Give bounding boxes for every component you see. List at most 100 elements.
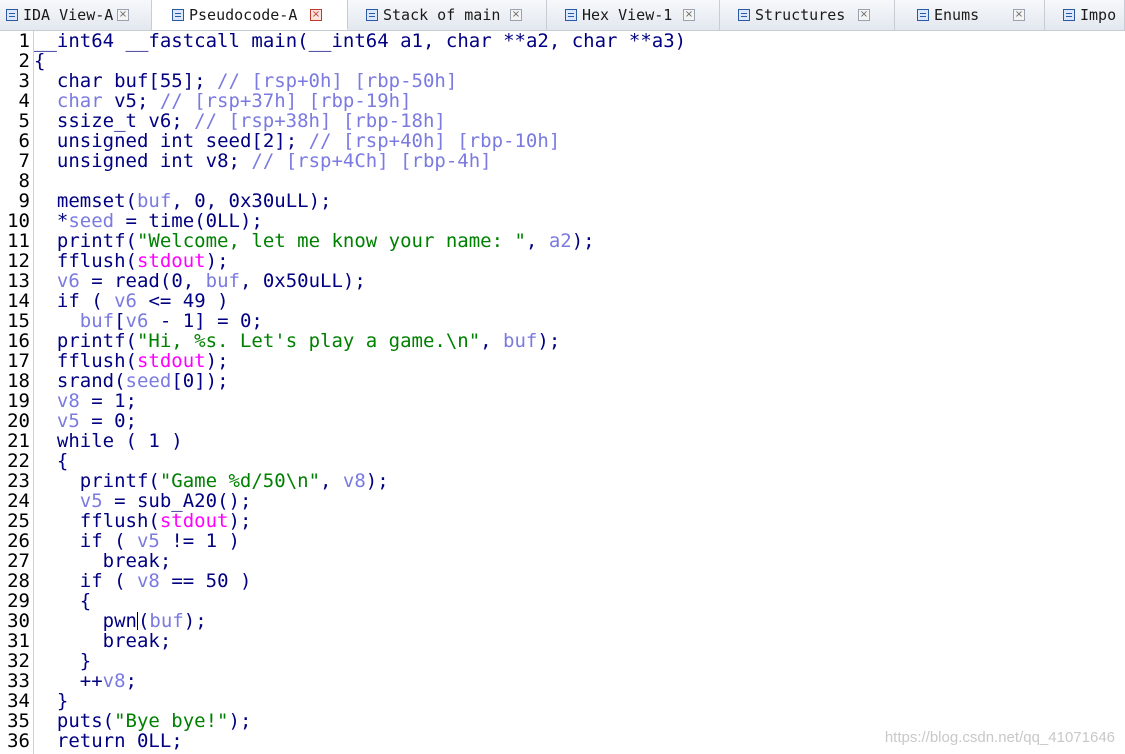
code-text[interactable]: puts("Bye bye!"); bbox=[34, 711, 252, 731]
code-line[interactable]: 13 v6 = read(0, buf, 0x50uLL); bbox=[0, 271, 1125, 291]
code-line[interactable]: 23 printf("Game %d/50\n", v8); bbox=[0, 471, 1125, 491]
code-line[interactable]: 20 v5 = 0; bbox=[0, 411, 1125, 431]
code-text[interactable]: } bbox=[34, 651, 91, 671]
line-number: 32 bbox=[7, 650, 30, 672]
code-line[interactable]: 35 puts("Bye bye!"); bbox=[0, 711, 1125, 731]
code-line[interactable]: 22 { bbox=[0, 451, 1125, 471]
code-line[interactable]: 8 bbox=[0, 171, 1125, 191]
code-line[interactable]: 33 ++v8; bbox=[0, 671, 1125, 691]
tab-pseudocode-a[interactable]: Pseudocode-A × bbox=[152, 0, 348, 30]
line-number: 5 bbox=[18, 110, 30, 132]
code-line[interactable]: 6 unsigned int seed[2]; // [rsp+40h] [rb… bbox=[0, 131, 1125, 151]
line-number: 36 bbox=[7, 730, 30, 752]
tab-ida-view-a[interactable]: IDA View-A × bbox=[0, 0, 152, 30]
code-text[interactable]: break; bbox=[34, 631, 172, 651]
code-text[interactable]: unsigned int v8; // [rsp+4Ch] [rbp-4h] bbox=[34, 151, 492, 171]
close-icon[interactable]: × bbox=[510, 9, 522, 21]
enums-icon bbox=[917, 9, 929, 21]
code-text[interactable]: printf("Welcome, let me know your name: … bbox=[34, 231, 595, 251]
line-number: 17 bbox=[7, 350, 30, 372]
code-text[interactable]: if ( v6 <= 49 ) bbox=[34, 291, 229, 311]
code-line[interactable]: 31 break; bbox=[0, 631, 1125, 651]
code-text[interactable]: return 0LL; bbox=[34, 731, 183, 751]
code-line[interactable]: 15 buf[v6 - 1] = 0; bbox=[0, 311, 1125, 331]
code-text[interactable]: unsigned int seed[2]; // [rsp+40h] [rbp-… bbox=[34, 131, 560, 151]
code-text[interactable]: fflush(stdout); bbox=[34, 511, 252, 531]
watermark: https://blog.csdn.net/qq_41071646 bbox=[884, 729, 1115, 746]
stack-icon bbox=[366, 9, 378, 21]
line-number: 6 bbox=[18, 130, 30, 152]
code-line[interactable]: 19 v8 = 1; bbox=[0, 391, 1125, 411]
line-number: 4 bbox=[18, 90, 30, 112]
close-icon[interactable]: × bbox=[117, 9, 129, 21]
code-line[interactable]: 17 fflush(stdout); bbox=[0, 351, 1125, 371]
close-icon[interactable]: × bbox=[1013, 9, 1025, 21]
code-text[interactable]: ssize_t v6; // [rsp+38h] [rbp-18h] bbox=[34, 111, 446, 131]
code-text[interactable]: v8 = 1; bbox=[34, 391, 137, 411]
code-line[interactable]: 10 *seed = time(0LL); bbox=[0, 211, 1125, 231]
code-text[interactable]: fflush(stdout); bbox=[34, 251, 229, 271]
code-text[interactable]: printf("Hi, %s. Let's play a game.\n", b… bbox=[34, 331, 560, 351]
code-line[interactable]: 28 if ( v8 == 50 ) bbox=[0, 571, 1125, 591]
code-text[interactable]: pwn(buf); bbox=[34, 611, 207, 631]
tab-hex-view-1[interactable]: Hex View-1 × bbox=[547, 0, 720, 30]
code-line[interactable]: 12 fflush(stdout); bbox=[0, 251, 1125, 271]
line-number: 20 bbox=[7, 410, 30, 432]
line-number: 15 bbox=[7, 310, 30, 332]
close-icon[interactable]: × bbox=[683, 9, 695, 21]
code-line[interactable]: 14 if ( v6 <= 49 ) bbox=[0, 291, 1125, 311]
code-line[interactable]: 24 v5 = sub_A20(); bbox=[0, 491, 1125, 511]
code-line[interactable]: 32 } bbox=[0, 651, 1125, 671]
code-line[interactable]: 11 printf("Welcome, let me know your nam… bbox=[0, 231, 1125, 251]
code-text[interactable]: { bbox=[34, 51, 45, 71]
code-line[interactable]: 1 __int64 __fastcall main(__int64 a1, cha… bbox=[0, 31, 1125, 51]
code-text[interactable]: buf[v6 - 1] = 0; bbox=[34, 311, 263, 331]
line-number: 26 bbox=[7, 530, 30, 552]
code-text[interactable]: ++v8; bbox=[34, 671, 137, 691]
code-text[interactable]: if ( v5 != 1 ) bbox=[34, 531, 240, 551]
tab-enums[interactable]: Enums × bbox=[895, 0, 1045, 30]
code-text[interactable]: while ( 1 ) bbox=[34, 431, 183, 451]
code-line[interactable]: 2{ bbox=[0, 51, 1125, 71]
code-line[interactable]: 3 char buf[55]; // [rsp+0h] [rbp-50h] bbox=[0, 71, 1125, 91]
code-line[interactable]: 9 memset(buf, 0, 0x30uLL); bbox=[0, 191, 1125, 211]
code-text[interactable]: } bbox=[34, 691, 68, 711]
code-line[interactable]: 29 { bbox=[0, 591, 1125, 611]
code-text[interactable]: { bbox=[34, 591, 91, 611]
code-text[interactable]: v6 = read(0, buf, 0x50uLL); bbox=[34, 271, 366, 291]
code-line[interactable]: 21 while ( 1 ) bbox=[0, 431, 1125, 451]
code-text[interactable]: char buf[55]; // [rsp+0h] [rbp-50h] bbox=[34, 71, 457, 91]
code-line[interactable]: 34 } bbox=[0, 691, 1125, 711]
text-cursor bbox=[136, 612, 138, 630]
code-line[interactable]: 25 fflush(stdout); bbox=[0, 511, 1125, 531]
code-text[interactable]: fflush(stdout); bbox=[34, 351, 229, 371]
tab-structures[interactable]: Structures × bbox=[720, 0, 895, 30]
code-text[interactable]: srand(seed[0]); bbox=[34, 371, 229, 391]
line-number: 25 bbox=[7, 510, 30, 532]
code-text[interactable]: v5 = 0; bbox=[34, 411, 137, 431]
close-icon[interactable]: × bbox=[310, 9, 322, 21]
tab-stack-of-main[interactable]: Stack of main × bbox=[348, 0, 547, 30]
code-text[interactable]: memset(buf, 0, 0x30uLL); bbox=[34, 191, 332, 211]
code-line[interactable]: 27 break; bbox=[0, 551, 1125, 571]
close-icon[interactable]: × bbox=[858, 9, 870, 21]
pseudocode-editor[interactable]: 1 __int64 __fastcall main(__int64 a1, cha… bbox=[0, 31, 1125, 754]
line-number: 8 bbox=[18, 170, 30, 192]
code-text[interactable]: v5 = sub_A20(); bbox=[34, 491, 252, 511]
code-text[interactable]: __int64 __fastcall main(__int64 a1, char… bbox=[34, 31, 686, 51]
code-line[interactable]: 7 unsigned int v8; // [rsp+4Ch] [rbp-4h] bbox=[0, 151, 1125, 171]
code-text[interactable]: if ( v8 == 50 ) bbox=[34, 571, 252, 591]
code-text[interactable]: printf("Game %d/50\n", v8); bbox=[34, 471, 389, 491]
code-line[interactable]: 16 printf("Hi, %s. Let's play a game.\n"… bbox=[0, 331, 1125, 351]
code-text[interactable]: { bbox=[34, 451, 68, 471]
code-text[interactable]: break; bbox=[34, 551, 172, 571]
code-line[interactable]: 4 char v5; // [rsp+37h] [rbp-19h] bbox=[0, 91, 1125, 111]
code-line[interactable]: 18 srand(seed[0]); bbox=[0, 371, 1125, 391]
code-line[interactable]: 5 ssize_t v6; // [rsp+38h] [rbp-18h] bbox=[0, 111, 1125, 131]
tab-imports[interactable]: Impo bbox=[1045, 0, 1125, 30]
code-text[interactable]: *seed = time(0LL); bbox=[34, 211, 263, 231]
line-number: 22 bbox=[7, 450, 30, 472]
code-line[interactable]: 26 if ( v5 != 1 ) bbox=[0, 531, 1125, 551]
code-line[interactable]: 30 pwn(buf); bbox=[0, 611, 1125, 631]
code-text[interactable]: char v5; // [rsp+37h] [rbp-19h] bbox=[34, 91, 412, 111]
